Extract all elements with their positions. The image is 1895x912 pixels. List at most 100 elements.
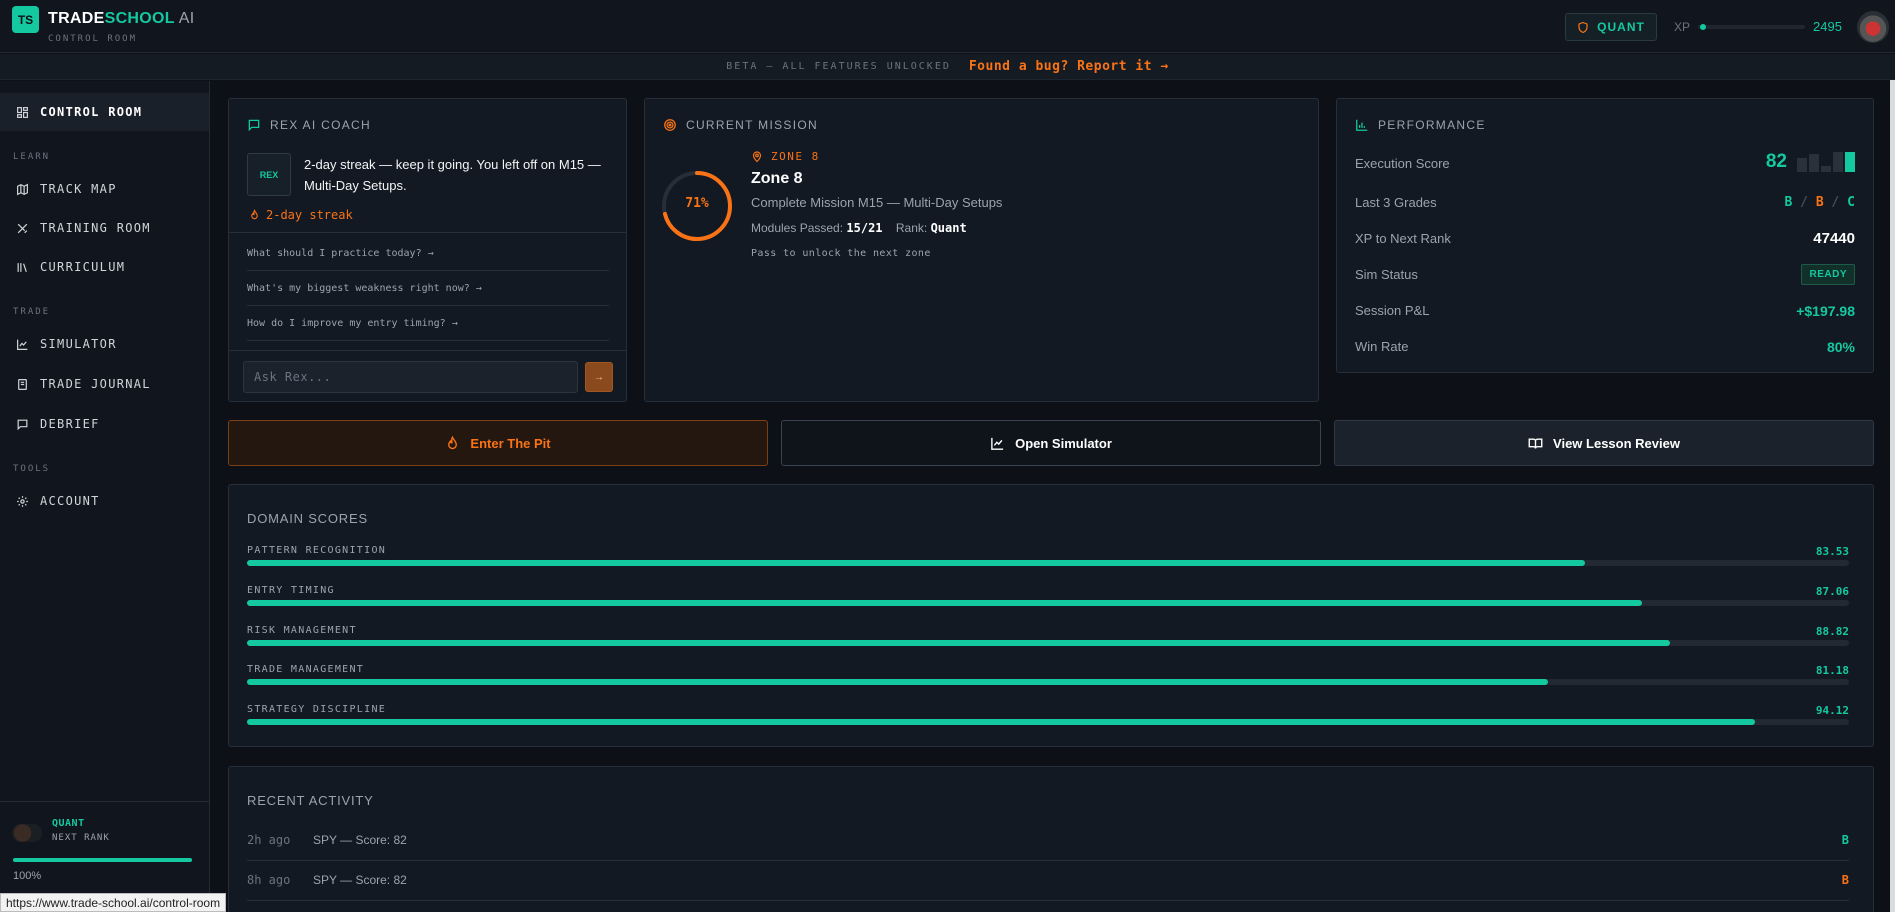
mission-progress-pct: 71% [685, 196, 709, 211]
domain-score-track [247, 600, 1849, 606]
domain-score-fill [247, 679, 1548, 685]
streak-text: 2-day streak [266, 208, 353, 222]
performance-title-text: PERFORMANCE [1378, 118, 1486, 132]
grade-separator: / [1800, 195, 1809, 210]
xp-label: XP [1674, 20, 1691, 34]
domain-score-label: PATTERN RECOGNITION [247, 545, 387, 556]
suggestion-item[interactable]: How do I improve my entry timing? → [247, 306, 609, 341]
sidebar-item-control-room[interactable]: CONTROL ROOM [0, 93, 209, 131]
map-pin-icon [752, 151, 762, 163]
activity-row[interactable]: 2h ago SPY — Score: 82 B [247, 821, 1849, 861]
sidebar-item-curriculum[interactable]: CURRICULUM [0, 248, 209, 286]
zone-tag: ZONE 8 [751, 150, 820, 163]
sparkbar [1821, 165, 1831, 172]
sidebar-item-label: TRACK MAP [40, 182, 117, 196]
send-button[interactable]: → [585, 362, 613, 392]
brand-name[interactable]: TRADESCHOOL AI [48, 10, 194, 28]
section-label-trade: TRADE [13, 307, 51, 317]
sidebar-item-track-map[interactable]: TRACK MAP [0, 170, 209, 208]
grade-separator: / [1831, 195, 1840, 210]
sparkbar [1845, 151, 1855, 172]
page-scrollbar[interactable] [1890, 80, 1895, 912]
mission-meta: Modules Passed: 15/21 Rank: Quant [751, 221, 967, 235]
section-label-tools: TOOLS [13, 464, 51, 474]
sparkbar [1809, 153, 1819, 172]
sidebar-item-simulator[interactable]: SIMULATOR [0, 325, 209, 363]
win-rate-row: Win Rate 80% [1355, 339, 1855, 359]
sidebar-item-label: TRADE JOURNAL [40, 377, 151, 391]
brand-part-school: SCHOOL [104, 10, 175, 27]
notebook-icon [18, 378, 27, 390]
mission-title-text: CURRENT MISSION [686, 118, 818, 132]
sidebar: CONTROL ROOM LEARN TRACK MAP TRAINING RO… [0, 81, 210, 912]
flame-icon [251, 209, 258, 220]
domain-score-label: TRADE MANAGEMENT [247, 664, 365, 675]
map-icon [17, 183, 28, 195]
suggestion-item[interactable]: What should I practice today? → [247, 236, 609, 271]
xp-next-rank-row: XP to Next Rank 47440 [1355, 230, 1855, 251]
xp-value: 2495 [1813, 19, 1842, 34]
rank-avatar [12, 824, 42, 842]
coach-title-text: REX AI COACH [270, 118, 371, 132]
sidebar-item-label: CURRICULUM [40, 260, 126, 274]
suggestion-item[interactable]: What's my biggest weakness right now? → [247, 271, 609, 306]
domain-score-track [247, 640, 1849, 646]
target-icon [664, 119, 676, 131]
report-bug-link[interactable]: Found a bug? Report it → [969, 59, 1169, 74]
sidebar-item-training-room[interactable]: TRAINING ROOM [0, 209, 209, 247]
chat-icon [17, 419, 28, 430]
performance-card: PERFORMANCE Execution Score 82 Last 3 Gr… [1336, 98, 1874, 373]
divider [229, 232, 627, 233]
xp-next-rank-value: 47440 [1813, 230, 1855, 247]
rank-badge-label: QUANT [1597, 20, 1645, 34]
sim-status-row: Sim Status READY [1355, 264, 1855, 287]
footer-next-rank-label: NEXT RANK [52, 833, 110, 843]
rank-badge[interactable]: QUANT [1565, 13, 1657, 41]
rank-label: Rank: [895, 221, 928, 235]
view-lesson-review-button[interactable]: View Lesson Review [1334, 420, 1874, 466]
enter-the-pit-button[interactable]: Enter The Pit [228, 420, 768, 466]
domain-score-fill [247, 640, 1670, 646]
last-grades-value: B / B / C [1785, 195, 1855, 210]
chart-line-icon [17, 339, 28, 350]
execution-score-value: 82 [1766, 151, 1855, 173]
user-avatar[interactable] [1857, 11, 1889, 43]
sparkbar [1833, 151, 1843, 172]
activity-description: SPY — Score: 82 [313, 833, 407, 847]
status-bar-url: https://www.trade-school.ai/control-room [0, 893, 227, 912]
domain-score-track [247, 560, 1849, 566]
logo-badge[interactable]: TS [12, 6, 39, 33]
grade-item: B [1784, 195, 1793, 210]
mission-card-title: CURRENT MISSION [663, 118, 818, 132]
domain-scores-title: DOMAIN SCORES [247, 511, 368, 526]
sim-status-label: Sim Status [1355, 267, 1418, 282]
open-simulator-button[interactable]: Open Simulator [781, 420, 1321, 466]
grade-item: B [1815, 195, 1824, 210]
swords-icon [17, 223, 28, 233]
modules-value: 15/21 [846, 221, 883, 235]
activity-grade: B [1841, 833, 1849, 847]
grid-icon [17, 106, 28, 118]
enter-the-pit-label: Enter The Pit [470, 435, 551, 451]
domain-score-fill [247, 600, 1642, 606]
beta-text: BETA — ALL FEATURES UNLOCKED [726, 61, 951, 72]
domain-score-label: RISK MANAGEMENT [247, 625, 357, 636]
recent-activity-card: RECENT ACTIVITY 2h ago SPY — Score: 82 B… [228, 766, 1874, 912]
activity-row[interactable]: 8h ago SPY — Score: 82 B [247, 861, 1849, 901]
brand-part-trade: TRADE [48, 10, 105, 27]
activity-time: 8h ago [247, 873, 291, 887]
sidebar-item-trade-journal[interactable]: TRADE JOURNAL [0, 365, 209, 403]
shield-icon [1578, 21, 1588, 33]
xp-progress-dot [1700, 24, 1707, 30]
activity-time: 2h ago [247, 833, 291, 847]
sidebar-item-debrief[interactable]: DEBRIEF [0, 405, 209, 443]
coach-card-title: REX AI COACH [247, 118, 371, 132]
beta-banner: BETA — ALL FEATURES UNLOCKED Found a bug… [0, 54, 1895, 80]
win-rate-value: 80% [1826, 339, 1855, 355]
current-mission-card: CURRENT MISSION 71% ZONE 8 Zone 8 Comple… [644, 98, 1319, 402]
domain-scores-card: DOMAIN SCORES PATTERN RECOGNITION 83.53 … [228, 484, 1874, 747]
rex-avatar: REX [247, 153, 291, 196]
sidebar-item-account[interactable]: ACCOUNT [0, 482, 209, 520]
ask-rex-input[interactable] [243, 361, 578, 393]
win-rate-label: Win Rate [1355, 339, 1409, 354]
